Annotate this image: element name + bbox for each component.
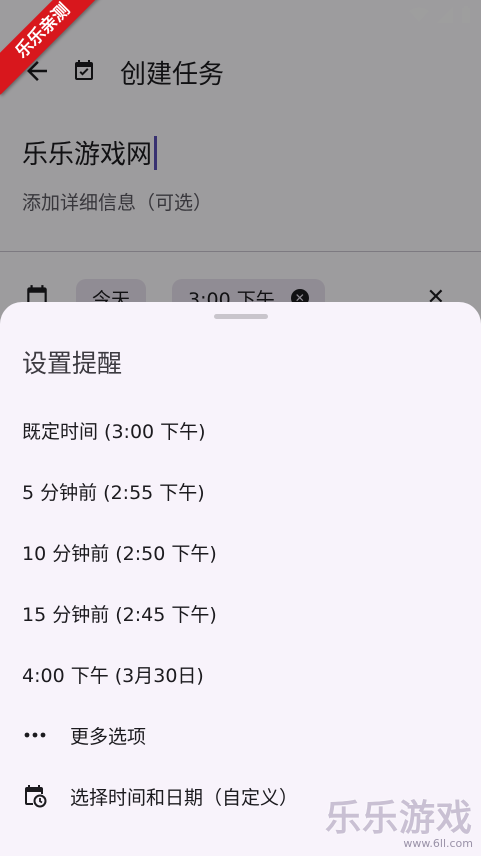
drag-handle[interactable]: [214, 314, 268, 319]
option-label: 10 分钟前 (2:50 下午): [22, 542, 217, 565]
option-on-time[interactable]: 既定时间 (3:00 下午): [0, 404, 481, 456]
divider: [0, 251, 481, 252]
option-label: 更多选项: [70, 725, 147, 748]
option-label: 5 分钟前 (2:55 下午): [22, 481, 205, 504]
option-later-date[interactable]: 4:00 下午 (3月30日): [0, 648, 481, 700]
task-detail-field[interactable]: 添加详细信息（可选）: [22, 188, 212, 215]
option-more[interactable]: 更多选项: [0, 709, 481, 761]
option-5-min-before[interactable]: 5 分钟前 (2:55 下午): [0, 465, 481, 517]
calendar-check-icon: [75, 60, 93, 80]
option-label: 选择时间和日期（自定义）: [70, 786, 299, 809]
option-15-min-before[interactable]: 15 分钟前 (2:45 下午): [0, 587, 481, 639]
sheet-title: 设置提醒: [22, 349, 123, 378]
battery-icon: [462, 6, 470, 23]
text-cursor: [154, 135, 158, 170]
app-bar: 创建任务: [0, 40, 481, 100]
page-title: 创建任务: [120, 60, 225, 90]
wifi-icon: [409, 7, 429, 22]
signal-icon: [437, 7, 453, 23]
watermark-logo: 乐乐游戏 www.6ll.com: [325, 789, 473, 850]
task-title-input[interactable]: 乐乐游戏网: [22, 134, 158, 171]
option-label: 既定时间 (3:00 下午): [22, 420, 206, 443]
more-horiz-icon: [22, 722, 48, 748]
reminder-bottom-sheet: 设置提醒 既定时间 (3:00 下午) 5 分钟前 (2:55 下午) 10 分…: [0, 302, 481, 856]
task-title-text: 乐乐游戏网: [22, 140, 153, 170]
calendar-clock-icon: [22, 783, 48, 809]
option-label: 15 分钟前 (2:45 下午): [22, 603, 217, 626]
watermark-brand: 乐乐游戏: [324, 798, 473, 839]
option-10-min-before[interactable]: 10 分钟前 (2:50 下午): [0, 526, 481, 578]
option-label: 4:00 下午 (3月30日): [22, 664, 204, 687]
